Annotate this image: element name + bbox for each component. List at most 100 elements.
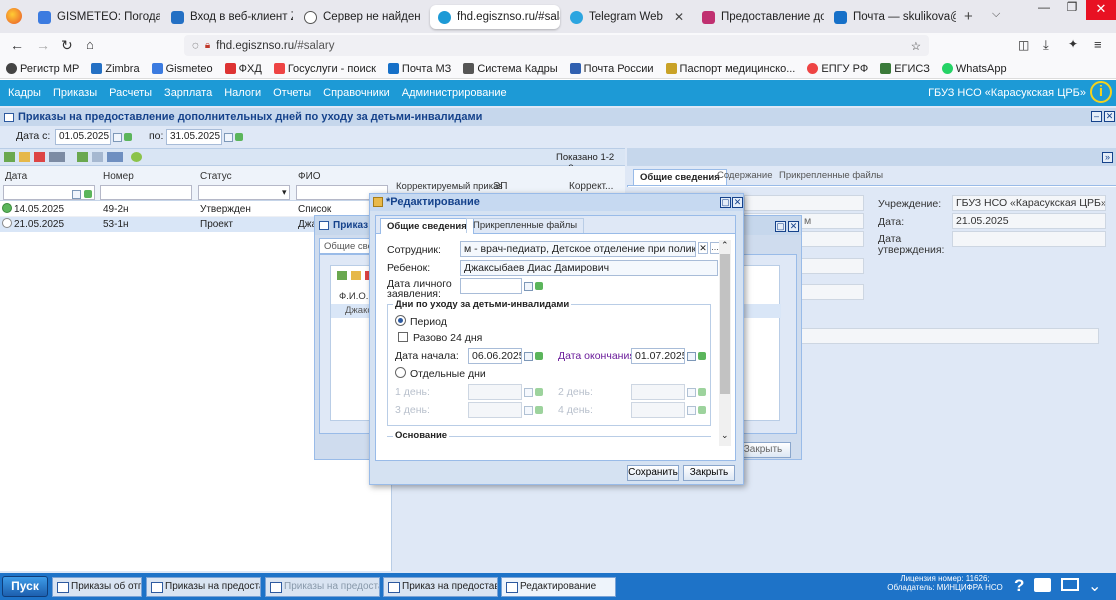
address-bar[interactable]: ◌ 🔒︎ fhd.egisznso.ru/#salary ☆ <box>184 35 929 56</box>
tab-predostavlenie[interactable]: Предоставление допол✕ <box>694 5 824 29</box>
bookmark-item[interactable]: Регистр МР <box>6 63 79 75</box>
minimize-icon[interactable]: – <box>1091 111 1102 122</box>
close-button[interactable]: Закрыть <box>683 465 735 481</box>
scrollbar-thumb[interactable] <box>720 254 730 394</box>
bookmark-item[interactable]: Система Кадры <box>463 63 558 75</box>
print-icon[interactable] <box>49 152 65 162</box>
tab-content[interactable]: Содержание <box>717 170 773 181</box>
pocket-icon[interactable]: ◫ <box>1018 38 1029 52</box>
period-radio[interactable] <box>395 315 406 326</box>
column-fio[interactable]: ФИО <box>298 171 321 185</box>
add-icon[interactable] <box>4 152 15 162</box>
export-icon[interactable] <box>107 152 123 162</box>
collapse-icon[interactable]: ⌄ <box>1088 576 1101 596</box>
calendar-icon[interactable] <box>687 350 696 362</box>
tab-close-icon[interactable]: ✕ <box>421 10 426 24</box>
menu-raschety[interactable]: Расчеты <box>109 87 152 99</box>
calendar-ok-icon[interactable] <box>535 280 543 292</box>
tab-zimbra[interactable]: Вход в веб-клиент Zimbr✕ <box>163 5 293 29</box>
forward-icon[interactable]: → <box>36 37 50 53</box>
taskbar-item[interactable]: Приказы об отпуске <box>52 577 142 597</box>
download-icon[interactable]: ⤓ <box>1043 37 1049 53</box>
date-to-input[interactable]: 31.05.2025 <box>166 129 222 145</box>
help-icon[interactable]: ? <box>1014 576 1024 596</box>
column-status[interactable]: Статус <box>200 171 232 185</box>
edit-icon[interactable] <box>19 152 30 162</box>
edit-icon[interactable] <box>351 271 361 280</box>
calendar-ok-icon[interactable] <box>235 131 243 143</box>
bookmark-item[interactable]: Zimbra <box>91 63 140 75</box>
extensions-icon[interactable]: ✦ <box>1068 37 1078 51</box>
home-icon[interactable]: ⌂ <box>86 37 94 52</box>
bookmark-item[interactable]: ФХД <box>224 63 262 75</box>
reload-icon[interactable]: ↻ <box>61 37 73 54</box>
end-date-input[interactable]: 01.07.2025 <box>631 348 685 364</box>
calendar-icon[interactable] <box>113 131 122 143</box>
separate-days-radio[interactable] <box>395 367 406 378</box>
taskbar-item[interactable]: Приказы на предоставле... <box>265 577 380 597</box>
clear-icon[interactable]: ✕ <box>698 242 708 254</box>
new-tab-button[interactable]: + <box>964 8 973 25</box>
column-date[interactable]: Дата <box>5 171 27 185</box>
menu-nalogi[interactable]: Налоги <box>224 87 261 99</box>
mail-icon[interactable] <box>1061 578 1079 591</box>
calendar-ok-icon[interactable] <box>698 350 706 362</box>
close-icon[interactable]: ✕ <box>788 221 799 232</box>
filter-date[interactable] <box>3 185 95 200</box>
scroll-up-icon[interactable]: ⌃ <box>721 240 729 251</box>
child-field[interactable]: Джаксыбаев Диас Дамирович <box>460 260 718 276</box>
firefox-logo-icon[interactable] <box>6 8 22 24</box>
taskbar-item-active[interactable]: Редактирование <box>501 577 616 597</box>
calendar-icon[interactable] <box>524 350 533 362</box>
employee-field[interactable]: м - врач-педиатр, Детское отделение при … <box>460 241 696 257</box>
add-icon[interactable] <box>337 271 347 280</box>
tab-attached-files[interactable]: Прикрепленные файлы <box>779 170 883 181</box>
close-icon[interactable]: ✕ <box>1104 111 1115 122</box>
menu-prikazy[interactable]: Приказы <box>53 87 97 99</box>
menu-icon[interactable]: ≡ <box>1094 37 1102 52</box>
tab-server-not-found[interactable]: Сервер не найден✕ <box>296 5 426 29</box>
tab-gismeteo[interactable]: GISMETEO: Погода в Кар✕ <box>30 5 160 29</box>
calendar-ok-icon[interactable] <box>124 131 132 143</box>
maximize-icon[interactable]: ❐ <box>1058 0 1086 14</box>
insecure-lock-icon[interactable]: 🔒︎ <box>205 40 210 51</box>
shield-icon[interactable]: ◌ <box>192 40 199 52</box>
bookmark-item[interactable]: Госуслуги - поиск <box>273 63 376 75</box>
bookmark-item[interactable]: Почта России <box>569 63 654 75</box>
taskbar-item[interactable]: Приказы на предоставле... <box>146 577 261 597</box>
tab-general[interactable]: Общие сведения <box>633 169 727 185</box>
filter-number[interactable] <box>100 185 192 200</box>
tab-list-chevron-icon[interactable]: ⌵ <box>992 8 1000 21</box>
tab-telegram[interactable]: Telegram Web ✕ <box>562 5 692 29</box>
info-icon[interactable]: i <box>1090 81 1112 103</box>
back-icon[interactable]: ← <box>10 37 24 53</box>
bookmark-item[interactable]: Gismeteo <box>151 63 213 75</box>
calendar-icon[interactable] <box>224 131 233 143</box>
calendar-icon[interactable] <box>524 280 533 292</box>
bookmark-star-icon[interactable]: ☆ <box>911 39 921 53</box>
filter-status[interactable] <box>198 185 290 200</box>
bookmark-item[interactable]: Паспорт медицинско... <box>665 63 795 75</box>
menu-zarplata[interactable]: Зарплата <box>164 87 212 99</box>
bookmark-item[interactable]: ЕПГУ РФ <box>807 63 868 75</box>
bookmark-item[interactable]: WhatsApp <box>941 63 1007 75</box>
close-icon[interactable]: ✕ <box>732 197 743 208</box>
save-button[interactable]: Сохранить <box>627 465 679 481</box>
window-close-button[interactable]: ✕ <box>1086 0 1116 20</box>
scroll-down-icon[interactable]: ⌄ <box>721 430 729 441</box>
calendar-icon[interactable] <box>72 188 81 200</box>
menu-spravochniki[interactable]: Справочники <box>323 87 390 99</box>
taskbar-item[interactable]: Приказ на предоставлен... <box>383 577 498 597</box>
tab-attached-files[interactable]: Прикрепленные файлы <box>466 218 585 233</box>
approve-icon[interactable] <box>77 152 88 162</box>
application-date-input[interactable] <box>460 278 522 294</box>
cancel-approve-icon[interactable] <box>92 152 103 162</box>
tab-close-icon[interactable]: ✕ <box>668 10 684 24</box>
delete-icon[interactable] <box>34 152 45 162</box>
menu-otchety[interactable]: Отчеты <box>273 87 311 99</box>
camera-icon[interactable] <box>1034 578 1051 592</box>
calendar-ok-icon[interactable] <box>535 350 543 362</box>
minimize-icon[interactable]: — <box>1030 0 1058 14</box>
column-number[interactable]: Номер <box>103 171 134 185</box>
start-date-input[interactable]: 06.06.2025 <box>468 348 522 364</box>
